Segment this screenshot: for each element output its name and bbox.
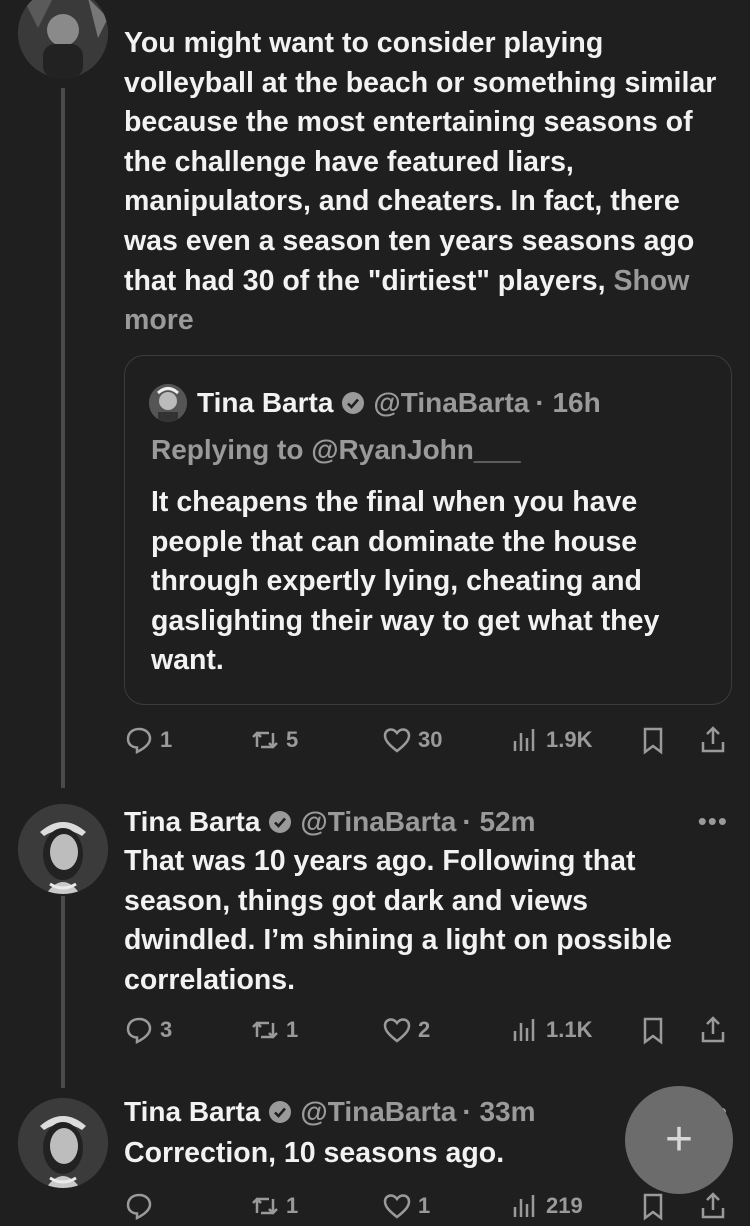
views-icon — [513, 1019, 535, 1041]
repost-button[interactable]: 1 — [250, 1191, 298, 1221]
reply-count: 1 — [160, 727, 173, 752]
author-handle[interactable]: @TinaBarta — [300, 806, 456, 838]
verified-badge-icon — [269, 811, 292, 833]
views-button[interactable]: 219 — [510, 1191, 583, 1221]
bookmark-icon — [643, 1017, 663, 1045]
tweet-actions: 1 5 30 1.9K — [124, 720, 734, 760]
thread-line — [61, 896, 65, 1088]
share-button[interactable] — [698, 1015, 728, 1045]
share-button[interactable] — [698, 725, 728, 755]
reply-icon — [126, 1193, 152, 1221]
tweet-time: · 33m — [462, 1096, 536, 1127]
more-options-icon[interactable]: ••• — [698, 806, 728, 837]
share-icon — [701, 1192, 725, 1219]
repost-count: 1 — [286, 1017, 299, 1042]
avatar[interactable] — [18, 804, 108, 894]
quote-author-handle: @TinaBarta — [373, 387, 530, 418]
repost-button[interactable]: 1 — [250, 1015, 298, 1045]
tweet-text: You might want to consider playing volle… — [124, 27, 717, 337]
repost-icon — [252, 1197, 278, 1215]
repost-count: 1 — [286, 1193, 299, 1218]
like-button[interactable]: 1 — [382, 1191, 430, 1221]
verified-badge-icon — [342, 392, 365, 414]
views-icon — [513, 729, 535, 751]
avatar-image — [18, 0, 108, 78]
quote-text: It cheapens the final when you have peop… — [151, 486, 660, 677]
reply-count: 3 — [160, 1017, 173, 1042]
tweet-header: Tina Barta @TinaBarta · 52m — [124, 802, 536, 842]
view-count: 1.9K — [546, 727, 593, 752]
bookmark-button[interactable] — [638, 725, 668, 755]
like-button[interactable]: 30 — [382, 725, 442, 755]
author-name[interactable]: Tina Barta — [124, 806, 260, 838]
views-button[interactable]: 1.9K — [510, 725, 592, 755]
like-count: 1 — [418, 1193, 431, 1218]
heart-icon — [383, 1194, 411, 1219]
quote-time: · 16h — [535, 387, 601, 418]
repost-icon — [252, 731, 278, 749]
tweet-the-challenge[interactable]: You might want to consider playing volle… — [0, 0, 750, 790]
tweet-actions: 3 1 2 1.1K — [124, 1010, 734, 1050]
bookmark-button[interactable] — [638, 1015, 668, 1045]
reply-button[interactable]: 1 — [124, 725, 172, 755]
compose-button[interactable]: + — [625, 1086, 733, 1194]
repost-count: 5 — [286, 727, 299, 752]
heart-icon — [383, 728, 411, 753]
quote-header: Tina Barta @TinaBarta · 16h — [149, 384, 601, 422]
view-count: 1.1K — [546, 1017, 593, 1042]
bookmark-icon — [643, 727, 663, 755]
avatar[interactable] — [18, 1098, 108, 1188]
reply-button[interactable]: 3 — [124, 1015, 172, 1045]
author-handle[interactable]: @TinaBarta — [300, 1096, 456, 1128]
avatar[interactable] — [18, 0, 108, 78]
share-button[interactable] — [698, 1191, 728, 1221]
plus-icon: + — [664, 1113, 694, 1166]
share-icon — [701, 726, 725, 753]
avatar-image — [18, 1098, 108, 1188]
author-name[interactable]: Tina Barta — [124, 1096, 260, 1128]
thread-line — [61, 88, 65, 788]
bookmark-icon — [643, 1193, 663, 1221]
share-icon — [701, 1016, 725, 1043]
reply-icon — [126, 1017, 152, 1045]
tweet-time: · 52m — [462, 806, 536, 837]
tweet-text: That was 10 years ago. Following that se… — [124, 845, 672, 996]
views-icon — [513, 1195, 535, 1217]
like-count: 30 — [418, 727, 443, 752]
tweet-actions: 1 1 219 — [124, 1186, 734, 1226]
heart-icon — [383, 1018, 411, 1043]
reply-button[interactable] — [124, 1191, 154, 1221]
avatar-image — [18, 804, 108, 894]
quoted-tweet[interactable]: Tina Barta @TinaBarta · 16h Replying to … — [124, 355, 732, 705]
quote-author-name: Tina Barta — [197, 387, 334, 418]
repost-icon — [252, 1021, 278, 1039]
tweet-reply-1[interactable]: Tina Barta @TinaBarta · 52m ••• That was… — [0, 798, 750, 1088]
verified-badge-icon — [269, 1101, 292, 1123]
tweet-header: Tina Barta @TinaBarta · 33m — [124, 1092, 536, 1132]
replying-to: Replying to @RyanJohn___ — [151, 434, 521, 465]
bookmark-button[interactable] — [638, 1191, 668, 1221]
like-button[interactable]: 2 — [382, 1015, 430, 1045]
quote-avatar — [149, 384, 187, 422]
like-count: 2 — [418, 1017, 431, 1042]
view-count: 219 — [546, 1193, 583, 1218]
reply-icon — [126, 727, 152, 755]
repost-button[interactable]: 5 — [250, 725, 298, 755]
views-button[interactable]: 1.1K — [510, 1015, 592, 1045]
